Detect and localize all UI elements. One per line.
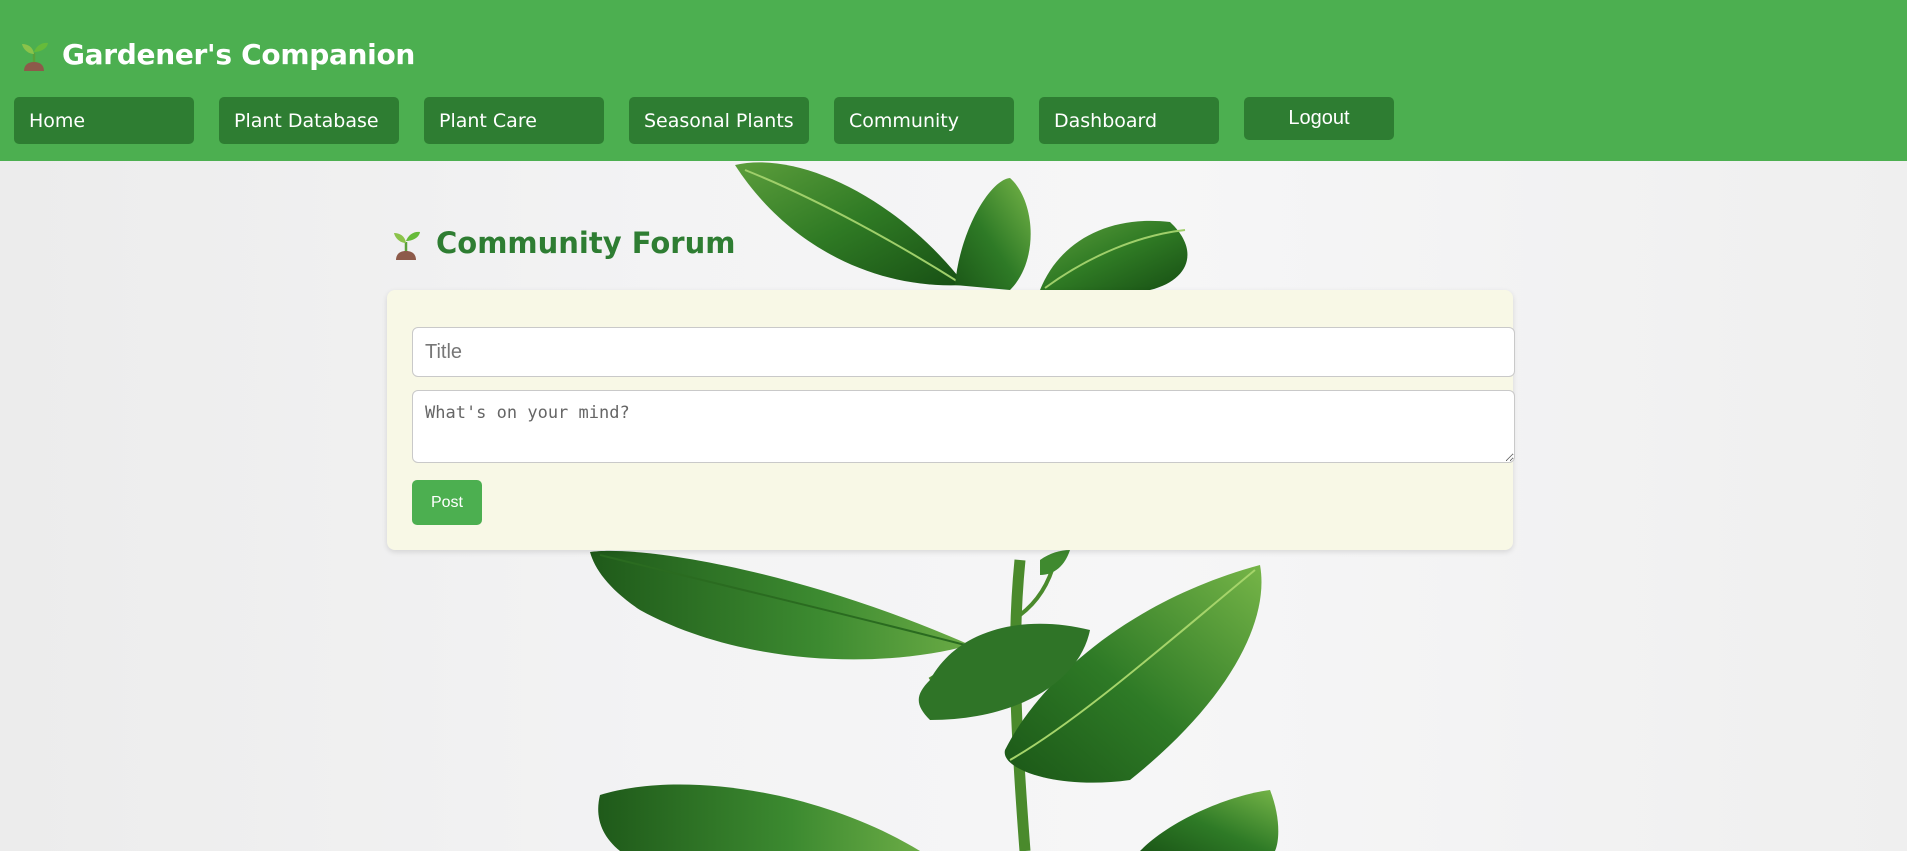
nav-item-community[interactable]: Community [834,97,1014,144]
nav-item-plant-database[interactable]: Plant Database [219,97,399,144]
page-title: Community Forum [436,226,736,260]
seedling-icon [394,231,420,260]
new-post-form: Post [387,290,1515,550]
main-nav: Home Plant Database Plant Care Seasonal … [14,97,1394,144]
nav-item-home[interactable]: Home [14,97,194,144]
nav-item-dashboard[interactable]: Dashboard [1039,97,1219,144]
app-header: Gardener's Companion Home Plant Database… [0,0,1907,161]
logout-button[interactable]: Logout [1244,97,1394,140]
post-body-textarea[interactable] [412,390,1515,463]
brand[interactable]: Gardener's Companion [18,34,415,74]
nav-item-plant-care[interactable]: Plant Care [424,97,604,144]
forum-heading: Community Forum [390,226,735,260]
post-button[interactable]: Post [412,480,482,525]
seedling-icon [22,42,48,71]
post-title-input[interactable] [412,327,1515,377]
app-title: Gardener's Companion [62,37,416,71]
nav-item-seasonal-plants[interactable]: Seasonal Plants [629,97,809,144]
